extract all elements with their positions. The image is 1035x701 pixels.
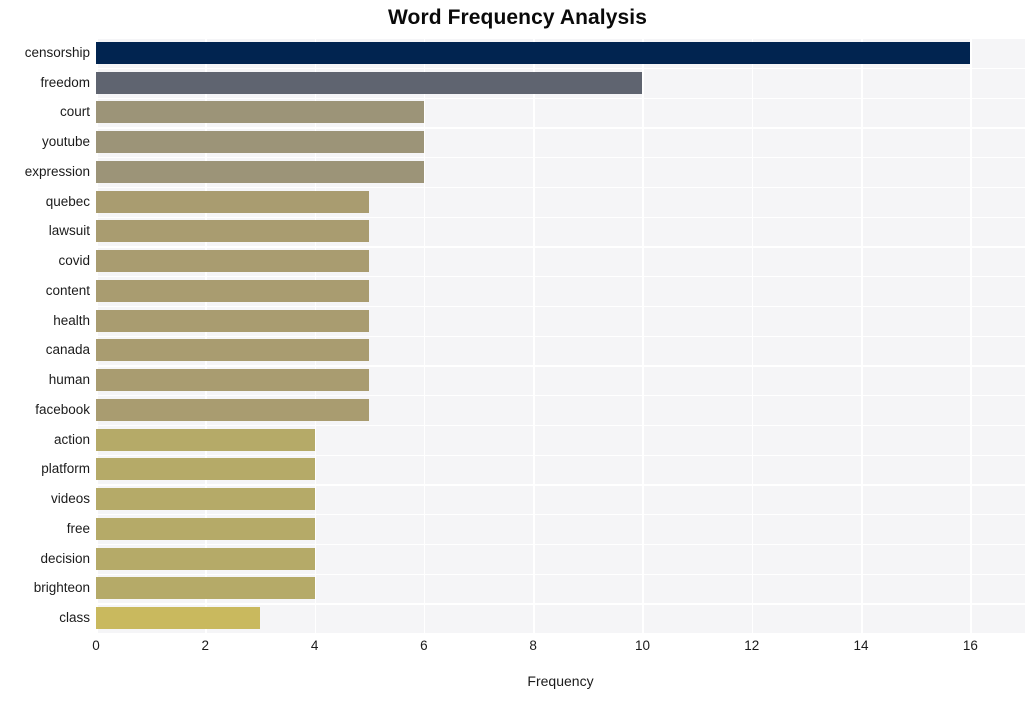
y-axis-tick-label: facebook <box>35 401 90 417</box>
bar <box>96 517 315 540</box>
bar <box>96 190 370 213</box>
x-axis-tick-label: 2 <box>201 638 210 653</box>
y-axis-tick-label: videos <box>50 491 90 507</box>
y-axis-tick-label: health <box>53 312 90 328</box>
bar <box>96 428 315 451</box>
y-axis-tick-label: free <box>66 520 90 536</box>
y-axis-tick-label: lawsuit <box>48 223 90 239</box>
x-axis-tick-label: 16 <box>962 638 978 653</box>
y-axis-tick-label: quebec <box>45 193 90 209</box>
x-axis-tick-label: 4 <box>310 638 319 653</box>
bar <box>96 488 315 511</box>
y-axis-tick-label: covid <box>58 253 90 269</box>
bar <box>96 607 260 630</box>
bar <box>96 339 370 362</box>
y-axis-tick-label: action <box>53 431 90 447</box>
chart-figure: Word Frequency Analysis censorship freedo… <box>0 0 1035 701</box>
bar <box>96 458 315 481</box>
y-axis-tick-label: class <box>59 610 90 626</box>
bar <box>96 131 424 154</box>
y-axis-labels: censorship freedom court youtube expression q… <box>0 38 90 633</box>
x-axis-title: Frequency <box>527 673 594 689</box>
bar <box>96 547 315 570</box>
y-axis-tick-label: platform <box>41 461 90 477</box>
bars-layer <box>96 38 1025 633</box>
y-axis-tick-label: decision <box>40 550 90 566</box>
x-axis-tick-label: 0 <box>92 638 100 653</box>
x-axis-tick-label: 8 <box>529 638 537 653</box>
x-axis-tick-label: 10 <box>634 638 650 653</box>
bar <box>96 279 370 302</box>
bar <box>96 577 315 600</box>
x-axis-tick-label: 12 <box>744 638 760 653</box>
bar <box>96 160 424 183</box>
y-axis-tick-label: content <box>45 282 90 298</box>
x-axis-tick-label: 14 <box>853 638 869 653</box>
y-axis-tick-label: freedom <box>40 74 90 90</box>
y-axis-tick-label: brighteon <box>33 580 90 596</box>
x-axis-tick-label: 6 <box>420 638 428 653</box>
y-axis-tick-label: canada <box>45 342 90 358</box>
bar <box>96 250 370 273</box>
x-axis-tick-labels: 0 2 4 6 8 10 12 14 16 <box>92 638 1025 660</box>
bar <box>96 369 370 392</box>
y-axis-tick-label: censorship <box>24 44 90 60</box>
plot-area <box>96 38 1025 635</box>
y-axis-tick-label: expression <box>24 163 90 179</box>
bar <box>96 220 370 243</box>
bar <box>96 71 643 94</box>
bar <box>96 101 424 124</box>
y-axis-tick-label: human <box>48 372 90 388</box>
bar <box>96 309 370 332</box>
chart-title: Word Frequency Analysis <box>387 6 648 29</box>
y-axis-tick-label: court <box>59 104 90 120</box>
y-axis-tick-label: youtube <box>41 134 90 150</box>
bar <box>96 398 370 421</box>
gridline-horizontal <box>96 633 1025 635</box>
bar <box>96 41 971 64</box>
